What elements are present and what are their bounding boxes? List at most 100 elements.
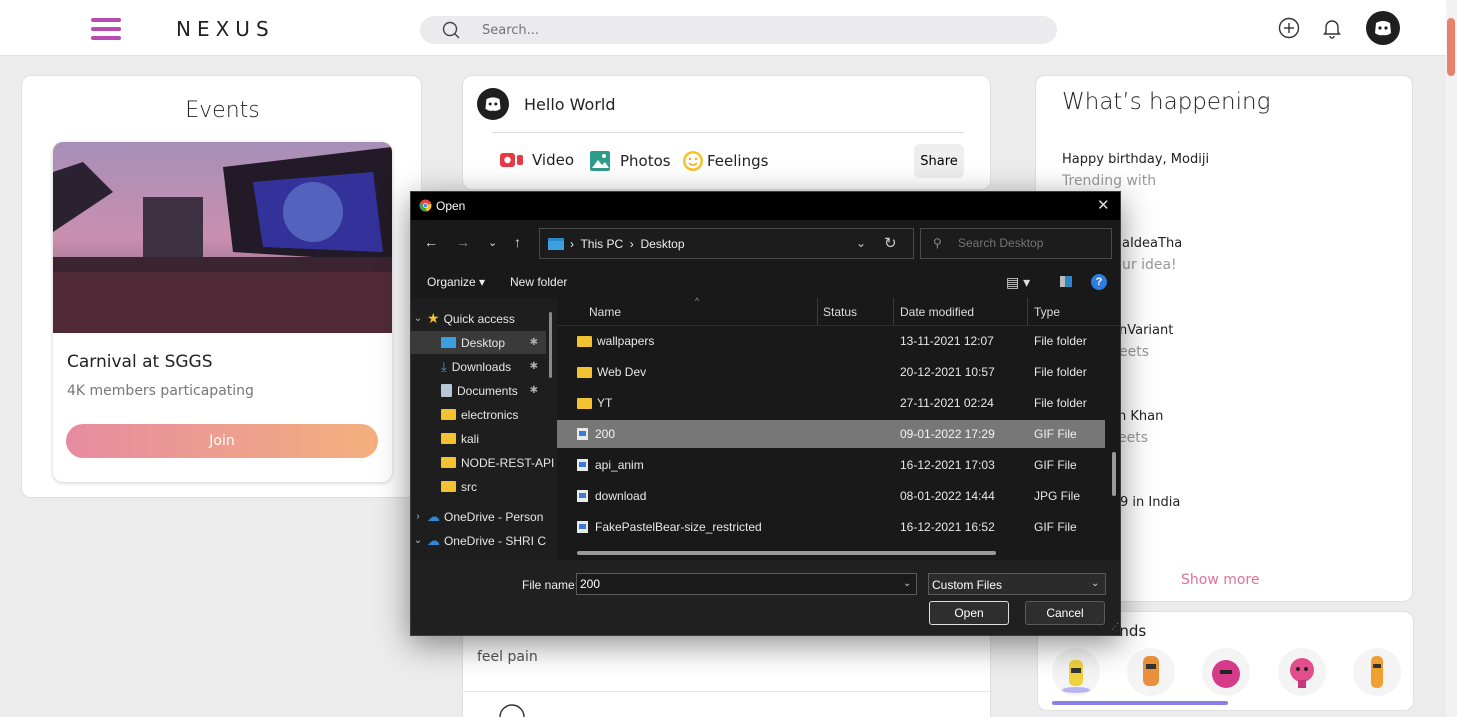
trend-item[interactable]: nVariant eets (1119, 323, 1173, 360)
scrollbar-thumb[interactable] (1447, 18, 1455, 76)
nav-item-node-rest-api[interactable]: NODE-REST-API (411, 451, 554, 474)
trend-subtitle: ur idea! (1122, 257, 1177, 273)
post-greeting: Hello World (524, 95, 616, 114)
address-bar[interactable]: › This PC › Desktop ⌄ ↻ (539, 228, 914, 259)
file-row[interactable]: download 08-01-2022 14:44 JPG File (557, 482, 1105, 510)
organize-menu[interactable]: Organize ▾ (427, 275, 485, 289)
search-bar[interactable] (420, 16, 1057, 44)
profile-avatar[interactable] (1366, 11, 1400, 45)
comment-circle-icon[interactable] (499, 704, 525, 717)
trend-item[interactable]: aIdeaTha ur idea! (1122, 236, 1182, 273)
resize-grip-icon[interactable]: ⋰ (1111, 622, 1119, 631)
up-arrow-icon[interactable]: ↑ (514, 234, 521, 250)
breadcrumb-desktop[interactable]: Desktop (640, 237, 684, 251)
events-title: Events (185, 98, 260, 123)
document-icon (441, 384, 452, 397)
nav-item-documents[interactable]: Documents ✱ (411, 379, 546, 402)
help-icon[interactable]: ? (1091, 274, 1107, 290)
photos-icon (590, 151, 610, 171)
breadcrumb-this-pc[interactable]: This PC (580, 237, 623, 251)
star-icon: ★ (427, 310, 440, 326)
search-desktop-input[interactable] (958, 236, 1098, 250)
chevron-right-icon[interactable]: › (411, 511, 425, 522)
file-list-horizontal-scrollbar[interactable] (577, 551, 996, 555)
refresh-icon[interactable]: ↻ (884, 234, 897, 252)
file-row[interactable]: wallpapers 13-11-2021 12:07 File folder (557, 327, 1105, 355)
nav-item-onedrive-personal[interactable]: › ☁ OneDrive - Person (411, 505, 546, 528)
chevron-down-icon[interactable]: ⌄ (411, 313, 425, 324)
friend-avatar[interactable] (1202, 648, 1250, 696)
trend-item[interactable]: n Khan eets (1118, 409, 1163, 446)
navigation-pane: ⌄ ★ Quick access Desktop ✱ ⤓ Downloads ✱… (411, 298, 556, 560)
photos-label: Photos (620, 152, 671, 170)
nav-item-quick-access[interactable]: ⌄ ★ Quick access (411, 307, 546, 330)
file-date: 13-11-2021 12:07 (900, 334, 994, 348)
page-scrollbar[interactable] (1446, 0, 1457, 717)
nav-pane-scrollbar[interactable] (549, 312, 552, 378)
search-desktop-box[interactable]: ⚲ (920, 228, 1112, 259)
nav-item-label: OneDrive - SHRI C (443, 533, 546, 548)
nav-item-label: electronics (461, 407, 519, 422)
photos-action[interactable]: Photos (589, 150, 671, 172)
friend-avatar[interactable] (1127, 648, 1175, 696)
file-name-input[interactable] (580, 577, 890, 591)
forward-arrow-icon[interactable]: → (456, 234, 470, 250)
friend-avatar[interactable] (1353, 648, 1401, 696)
file-name-field[interactable]: ⌄ (576, 573, 917, 595)
column-status[interactable]: Status (823, 305, 857, 319)
jpg-file-icon (577, 490, 588, 502)
trend-item[interactable]: Happy birthday, Modiji Trending with (1062, 152, 1209, 189)
cancel-button[interactable]: Cancel (1025, 601, 1105, 625)
file-row[interactable]: FakePastelBear-size_restricted 16-12-202… (557, 513, 1105, 541)
file-row-selected[interactable]: 200 09-01-2022 17:29 GIF File (557, 420, 1105, 448)
chevron-down-icon[interactable]: ⌄ (411, 535, 425, 546)
column-type[interactable]: Type (1034, 305, 1060, 319)
feelings-action[interactable]: Feelings (682, 150, 768, 172)
file-name: 200 (595, 427, 616, 441)
close-icon[interactable]: ✕ (1097, 196, 1110, 214)
file-row[interactable]: api_anim 16-12-2021 17:03 GIF File (557, 451, 1105, 479)
hamburger-menu-icon[interactable] (91, 18, 121, 40)
friends-scroll-indicator[interactable] (1052, 701, 1228, 705)
discord-icon (485, 97, 501, 111)
file-type-select[interactable]: Custom Files ⌄ (928, 573, 1106, 595)
nav-item-src[interactable]: src (411, 475, 546, 498)
video-action[interactable]: Video (499, 150, 574, 170)
add-circle-icon[interactable] (1277, 16, 1301, 40)
column-date-modified[interactable]: Date modified (900, 305, 974, 319)
file-row[interactable]: Web Dev 20-12-2021 10:57 File folder (557, 358, 1105, 386)
nav-item-onedrive-shri[interactable]: ⌄ ☁ OneDrive - SHRI C (411, 529, 546, 552)
nav-item-label: Quick access (443, 311, 515, 326)
open-button[interactable]: Open (929, 601, 1009, 625)
pin-icon[interactable]: ✱ (530, 361, 538, 372)
trend-item[interactable]: 9 in India (1120, 495, 1180, 510)
nav-item-label: OneDrive - Person (444, 509, 544, 524)
back-arrow-icon[interactable]: ← (424, 234, 438, 250)
show-more-link[interactable]: Show more (1181, 572, 1260, 588)
chevron-down-icon[interactable]: ⌄ (1091, 578, 1099, 589)
recent-locations-chevron-icon[interactable]: ⌄ (488, 236, 497, 249)
view-options-icon[interactable]: ▤ ▾ (1006, 274, 1030, 291)
share-button[interactable]: Share (914, 144, 964, 178)
search-input[interactable] (482, 20, 1022, 40)
pin-icon[interactable]: ✱ (530, 337, 538, 348)
file-date: 09-01-2022 17:29 (900, 427, 995, 441)
nav-item-electronics[interactable]: electronics (411, 403, 546, 426)
pin-icon[interactable]: ✱ (530, 385, 538, 396)
nav-item-downloads[interactable]: ⤓ Downloads ✱ (411, 355, 546, 378)
file-row[interactable]: YT 27-11-2021 02:24 File folder (557, 389, 1105, 417)
feed-post-text: feel pain (477, 649, 538, 665)
nav-item-kali[interactable]: kali (411, 427, 546, 450)
friend-avatar[interactable] (1052, 648, 1100, 696)
file-type: File folder (1034, 334, 1087, 348)
chevron-down-icon[interactable]: ⌄ (903, 578, 911, 589)
join-button[interactable]: Join (66, 424, 378, 458)
column-name[interactable]: Name (589, 305, 621, 319)
friend-avatar[interactable] (1278, 648, 1326, 696)
file-list-vertical-scrollbar[interactable] (1112, 452, 1116, 496)
preview-pane-icon[interactable] (1060, 276, 1072, 287)
bell-icon[interactable] (1320, 16, 1344, 40)
new-folder-button[interactable]: New folder (510, 275, 567, 289)
nav-item-desktop[interactable]: Desktop ✱ (411, 331, 546, 354)
address-dropdown-icon[interactable]: ⌄ (856, 236, 866, 250)
